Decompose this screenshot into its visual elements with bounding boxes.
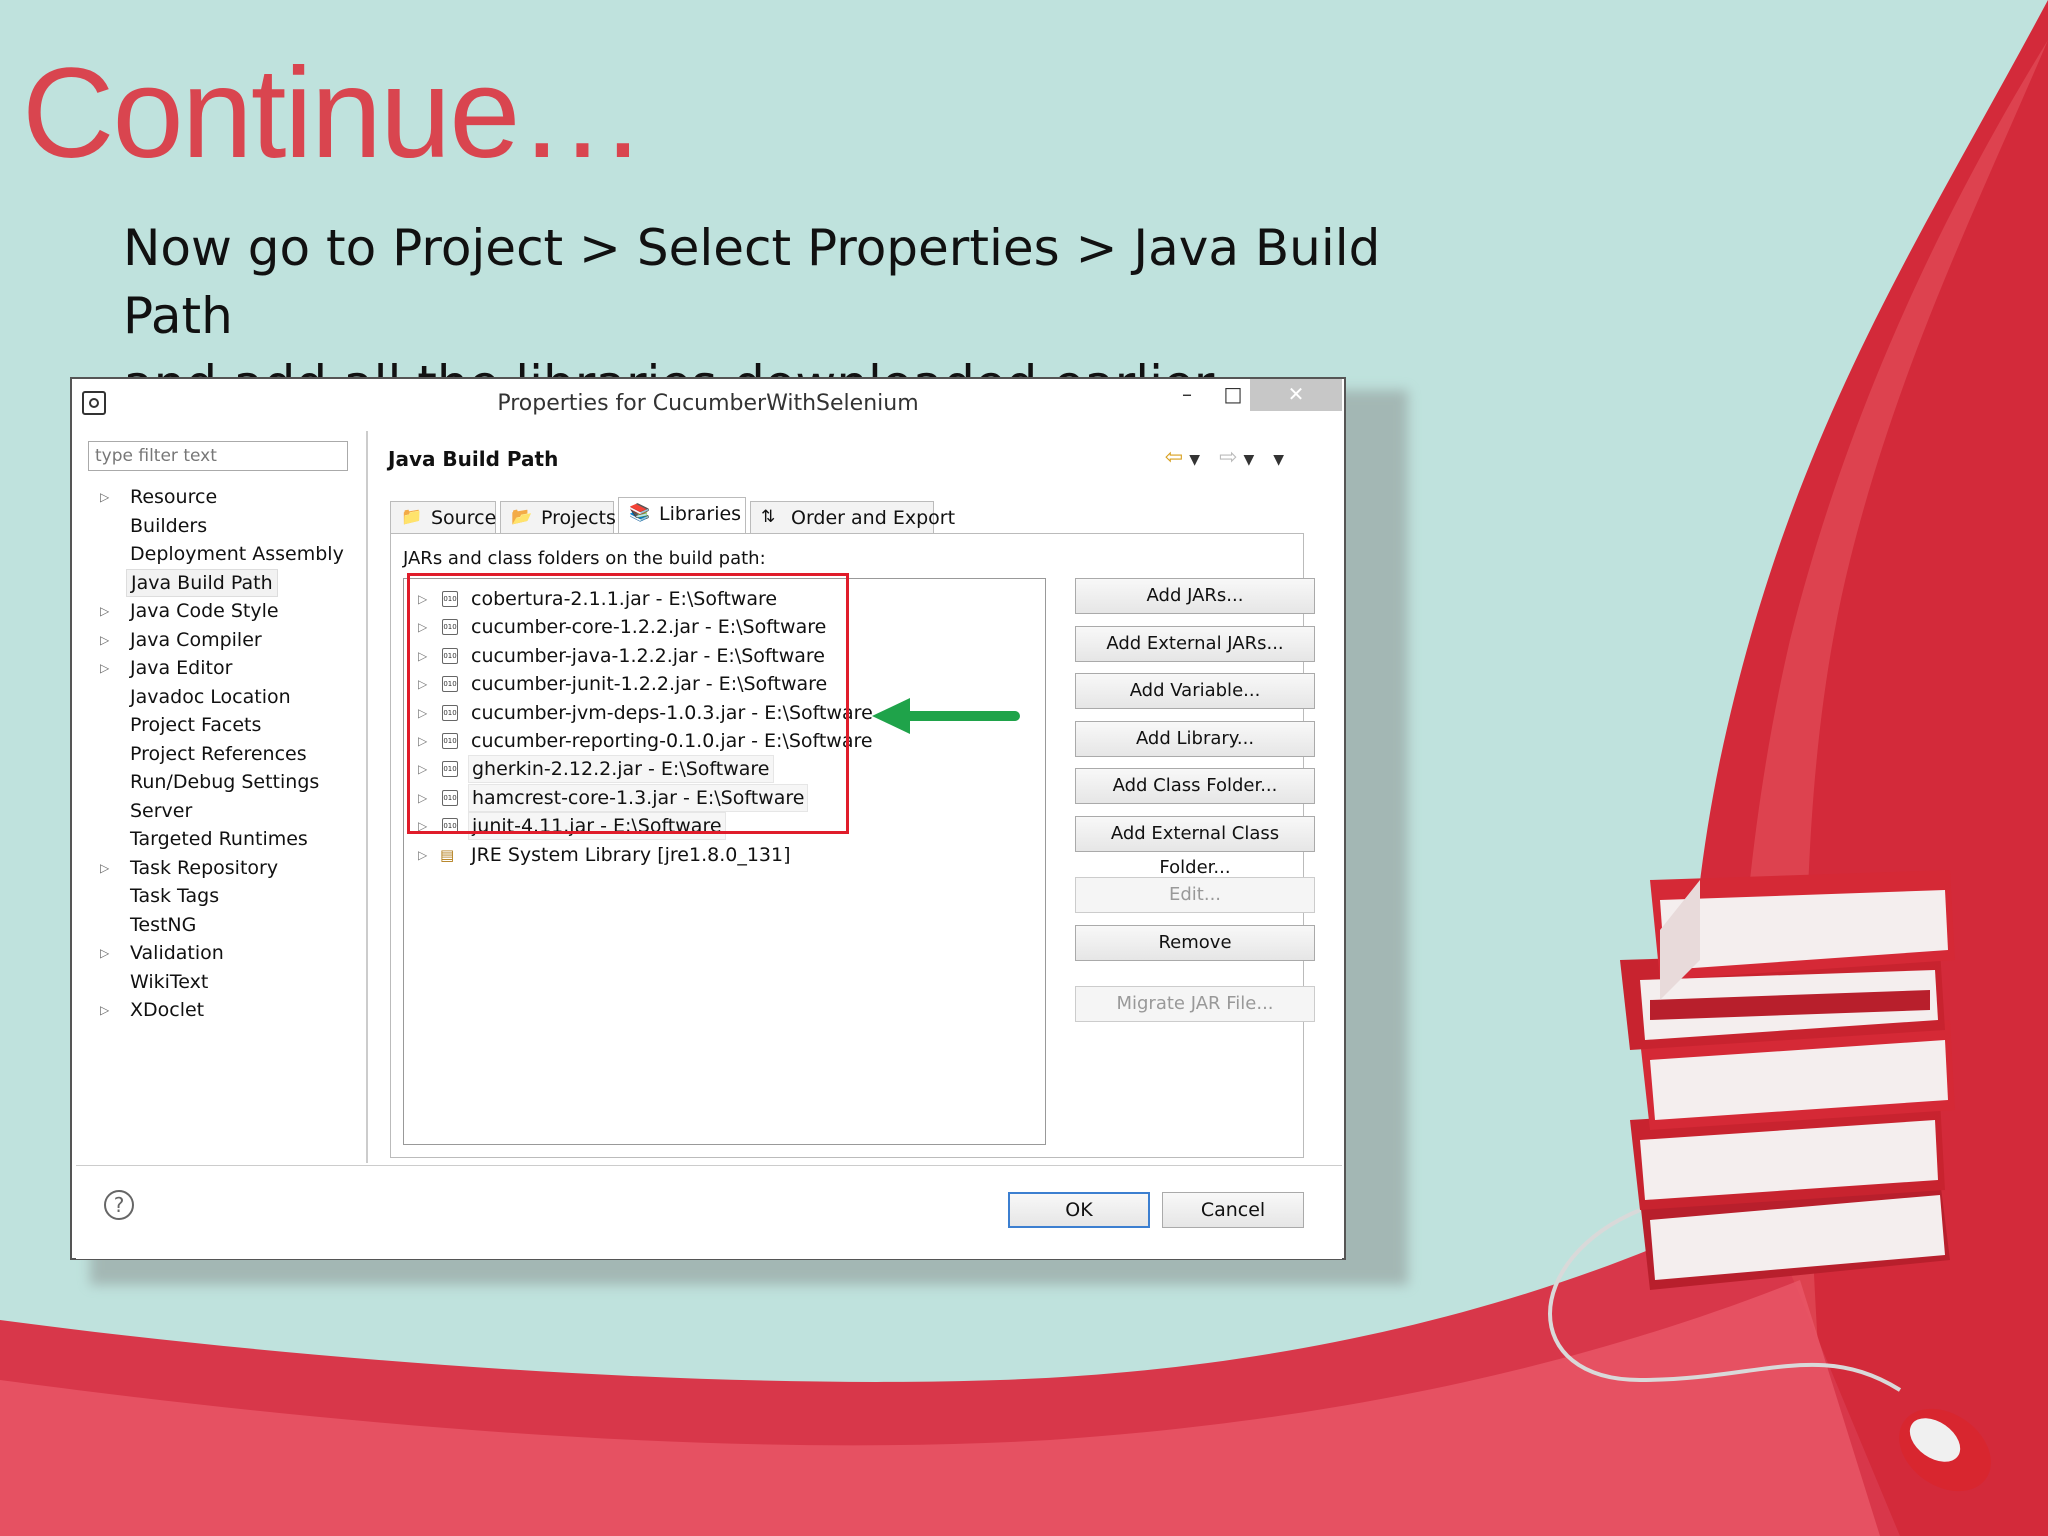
tree-item-label: Javadoc Location	[130, 685, 291, 708]
filter-input[interactable]: type filter text	[88, 441, 348, 471]
tree-item-label: Builders	[130, 514, 208, 537]
tree-item-label: Java Build Path	[126, 568, 278, 597]
tree-item-label: Run/Debug Settings	[130, 771, 320, 793]
tab-order-and-export[interactable]: ⇅ Order and Export	[750, 501, 955, 533]
expand-arrow-icon[interactable]: ▷	[100, 854, 114, 882]
side-button[interactable]: Add Class Folder...	[1075, 768, 1315, 804]
side-button[interactable]: Remove	[1075, 925, 1315, 961]
dialog-titlebar[interactable]: Properties for CucumberWithSelenium – □ …	[72, 379, 1344, 427]
library-label: JRE System Library [jre1.8.0_131]	[471, 843, 791, 866]
help-icon[interactable]: ?	[104, 1190, 134, 1220]
expand-arrow-icon[interactable]: ▷	[100, 597, 114, 625]
side-button: Migrate JAR File...	[1075, 986, 1315, 1022]
side-button[interactable]: Add External Class Folder...	[1075, 816, 1315, 878]
page-navigation: ⇦▼ ⇨▼ ▼	[1165, 445, 1290, 470]
books-illustration	[1620, 870, 1955, 1290]
tree-item-label: Java Code Style	[130, 600, 279, 622]
side-button[interactable]: Add JARs...	[1075, 578, 1315, 614]
order-export-icon: ⇅	[761, 507, 776, 527]
panel-label: JARs and class folders on the build path…	[403, 548, 766, 569]
cancel-button[interactable]: Cancel	[1162, 1192, 1304, 1228]
side-button[interactable]: Add External JARs...	[1075, 626, 1315, 662]
back-arrow-icon[interactable]: ⇦	[1165, 445, 1189, 470]
side-button[interactable]: Add Variable...	[1075, 673, 1315, 709]
tree-item-label: Project References	[130, 742, 307, 765]
tree-item-label: Server	[130, 799, 193, 822]
tab-source[interactable]: 📁 Source	[390, 501, 496, 533]
libraries-icon: 📚	[629, 503, 651, 523]
property-pages-pane: type filter text ▷ Resource Builders Deploy…	[76, 431, 368, 1163]
subtitle-line-1: Now go to Project > Select Properties > …	[123, 219, 1381, 345]
green-arrow-icon	[872, 698, 1020, 734]
view-menu-icon[interactable]: ▼	[1273, 452, 1290, 468]
dialog-title: Properties for CucumberWithSelenium	[497, 391, 919, 416]
tree-item-label: TestNG	[130, 913, 197, 936]
expand-arrow-icon[interactable]: ▷	[100, 654, 114, 682]
slide-title: Continue…	[22, 42, 646, 185]
tab-libraries[interactable]: 📚 Libraries	[618, 497, 746, 534]
back-menu-icon[interactable]: ▼	[1189, 452, 1206, 468]
expand-arrow-icon[interactable]: ▷	[100, 626, 114, 654]
tree-item-label: Java Editor	[130, 657, 233, 679]
highlight-box	[407, 573, 849, 834]
jre-library-icon: ▤	[440, 845, 455, 864]
expand-arrow-icon[interactable]: ▷	[418, 841, 427, 869]
tab-source-label: Source	[431, 507, 497, 529]
page-title: Java Build Path	[388, 447, 559, 471]
tree-item-label: Java Compiler	[130, 628, 262, 651]
tree-item-label: Validation	[130, 942, 224, 964]
tree-item-label: XDoclet	[130, 999, 205, 1021]
tree-item-label: Task Tags	[130, 885, 220, 907]
tab-libraries-label: Libraries	[659, 503, 742, 525]
expand-arrow-icon[interactable]: ▷	[100, 939, 114, 967]
tree-item-label: WikiText	[130, 970, 209, 993]
expand-arrow-icon[interactable]: ▷	[100, 483, 114, 511]
tree-item-label: Project Facets	[130, 714, 262, 736]
tree-item-label: Deployment Assembly	[130, 543, 344, 565]
expand-arrow-icon[interactable]: ▷	[100, 996, 114, 1024]
tree-item-label: Targeted Runtimes	[130, 828, 308, 850]
tab-projects-label: Projects	[541, 507, 616, 529]
side-button[interactable]: Add Library...	[1075, 721, 1315, 757]
forward-menu-icon[interactable]: ▼	[1243, 452, 1260, 468]
side-button: Edit...	[1075, 877, 1315, 913]
dialog-button-bar: ? OK Cancel	[76, 1165, 1342, 1259]
close-button[interactable]: ✕	[1250, 379, 1342, 411]
ok-button[interactable]: OK	[1008, 1192, 1150, 1228]
tab-projects[interactable]: 📂 Projects	[500, 501, 616, 533]
source-folder-icon: 📁	[401, 507, 423, 527]
minimize-button[interactable]: –	[1164, 379, 1210, 411]
tree-item-label: Task Repository	[130, 856, 279, 879]
tree-item-label: Resource	[130, 486, 218, 508]
forward-arrow-icon[interactable]: ⇨	[1219, 445, 1243, 470]
projects-icon: 📂	[511, 507, 533, 527]
tab-order-label: Order and Export	[791, 507, 956, 529]
